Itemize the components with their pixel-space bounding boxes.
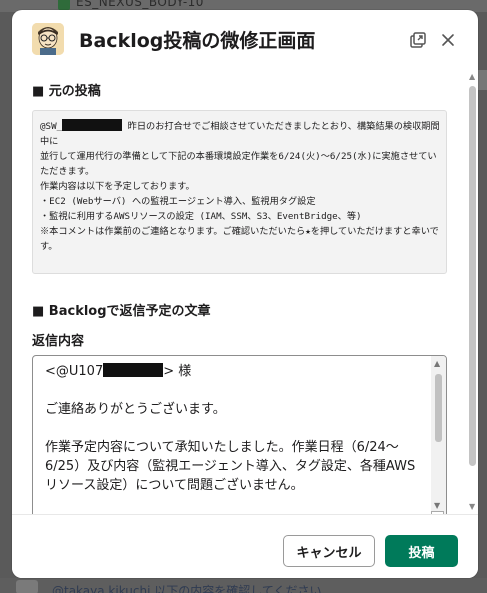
modal-scroll-up-icon[interactable]: ▲ [469,72,475,81]
reply-mention-suffix: > 様 [163,364,192,379]
original-post-heading: ■ 元の投稿 [32,84,101,99]
modal-dialog: Backlog投稿の微修正画面 ■ 元の投稿 @SW_ 昨日のお打合せでご相談さ… [12,10,478,578]
modal-footer: キャンセル 投稿 [12,514,478,578]
original-post-box: @SW_ 昨日のお打合せでご相談させていただきましたとおり、構築結果の検収期間中… [32,110,447,274]
background-scroll-fragment [478,70,487,90]
modal-scroll-down-icon[interactable]: ▼ [469,502,475,511]
reply-text: <@U107 > 様 ご連絡ありがとうございます。 作業予定内容について承知いたし… [45,362,425,495]
reply-section-heading: ■ Backlogで返信予定の文章 [32,304,211,319]
original-line-5: ・監視に利用するAWSリソースの設定 (IAM、SSM、S3、EventBrid… [40,211,362,222]
channel-tag-icon [58,0,70,10]
textarea-scrollbar[interactable]: ▲ ▼ [431,356,446,514]
modal-title: Backlog投稿の微修正画面 [79,30,316,52]
reply-textarea[interactable]: <@U107 > 様 ご連絡ありがとうございます。 作業予定内容について承知いたし… [32,355,447,514]
avatar-illustration-icon [32,23,64,55]
original-line-6: ※本コメントは作業前のご連絡となります。ご確認いただいたら★を押していただけます… [40,226,439,252]
reply-paragraph-1: ご連絡ありがとうございます。 [45,402,226,417]
cancel-button[interactable]: キャンセル [283,535,375,567]
reply-field-label: 返信内容 [32,334,85,349]
modal-body[interactable]: ■ 元の投稿 @SW_ 昨日のお打合せでご相談させていただきましたとおり、構築結… [12,70,478,514]
redacted-block [103,363,164,377]
textarea-scroll-thumb[interactable] [435,374,442,442]
original-mention: @SW_ [40,121,63,132]
scroll-up-icon[interactable]: ▲ [434,360,440,368]
original-line-2: 並行して運用代行の準備として下記の本番環境設定作業を6/24(火)～6/25(水… [40,151,437,177]
redacted-block [62,119,123,131]
reply-mention-prefix: <@U107 [45,364,104,379]
modal-header: Backlog投稿の微修正画面 [12,10,478,70]
original-line-4: ・EC2 (Webサーバ) への監視エージェント導入、監視用タグ設定 [40,196,316,207]
open-in-window-icon[interactable] [406,28,430,52]
original-post-text: @SW_ 昨日のお打合せでご相談させていただきましたとおり、構築結果の検収期間中… [40,119,444,254]
background-avatar [16,580,38,593]
background-message-row: @takaya kikuchi 以下の内容を確認してください [0,578,487,593]
close-icon[interactable] [436,28,460,52]
original-line-3: 作業内容は以下を予定しております。 [40,181,195,192]
scroll-down-icon[interactable]: ▼ [434,502,440,510]
submit-button[interactable]: 投稿 [385,535,458,567]
reply-paragraph-2: 作業予定内容について承知いたしました。作業日程（6/24～6/25）及び内容（監… [45,440,416,493]
background-channel-name: ES_NEXUS_BODY-10 [76,0,204,9]
modal-scrollbar[interactable]: ▲ ▼ [467,70,478,514]
modal-scroll-thumb[interactable] [469,86,476,466]
background-message-text: @takaya kikuchi 以下の内容を確認してください [52,584,322,593]
